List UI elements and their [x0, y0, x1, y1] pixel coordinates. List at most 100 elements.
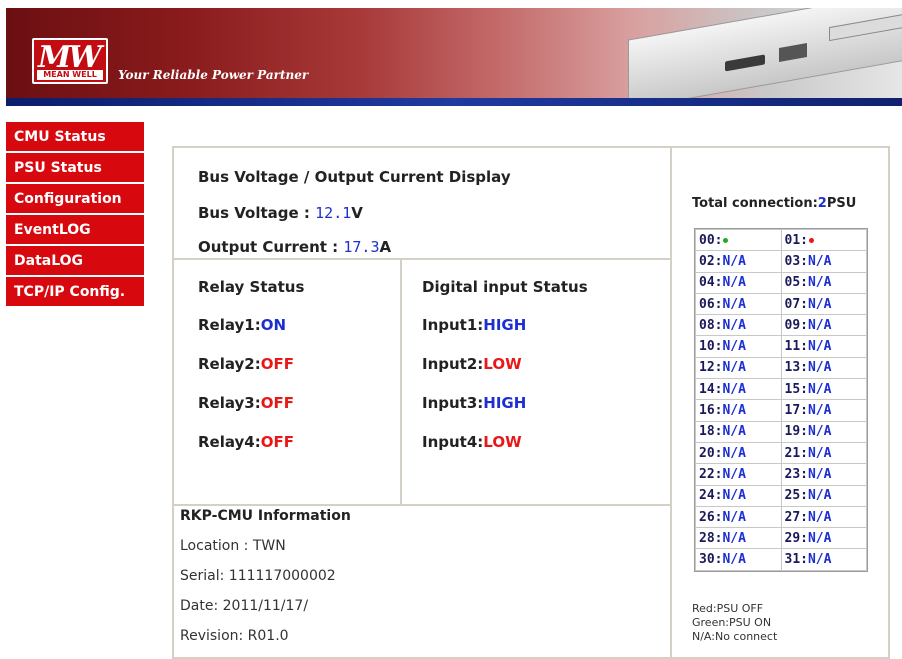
output-current-unit: A — [379, 238, 392, 256]
psu-slot-id: 08: — [699, 317, 723, 333]
relay-1-state: ON — [260, 316, 287, 334]
psu-slot-cell: 22:N/A — [696, 464, 781, 485]
relay-3-state: OFF — [260, 394, 294, 412]
psu-slot-id: 30: — [699, 552, 723, 568]
psu-slot-cell: 10:N/A — [696, 336, 781, 357]
status-panel: Bus Voltage / Output Current Display Bus… — [172, 146, 890, 659]
psu-slot-state: N/A — [722, 360, 746, 376]
psu-slot-id: 19: — [784, 424, 808, 440]
psu-slot-state: N/A — [722, 403, 746, 419]
psu-slot-state: N/A — [722, 424, 746, 440]
input-2-state: LOW — [483, 355, 522, 373]
psu-slot-state: N/A — [722, 381, 746, 397]
status-left-column: Bus Voltage / Output Current Display Bus… — [174, 148, 672, 657]
menu-item-configuration[interactable]: Configuration — [6, 184, 144, 215]
psu-slot-state: N/A — [722, 296, 746, 312]
legend-red: Red:PSU OFF — [692, 602, 764, 615]
info-date: Date: 2011/11/17/ — [180, 598, 309, 614]
output-current-label: Output Current : — [198, 238, 344, 256]
total-connection-count: 2 — [817, 196, 827, 211]
info-location: Location : TWN — [180, 538, 286, 554]
psu-slot-cell: 30:N/A — [696, 549, 781, 570]
psu-slot-state: N/A — [807, 488, 832, 504]
psu-status-dot-icon — [723, 237, 729, 243]
psu-row: 02:N/A 03:N/A — [696, 251, 866, 272]
psu-slot-cell: 20:N/A — [696, 442, 781, 464]
psu-slot-cell: 07:N/A — [781, 293, 866, 315]
psu-row: 06:N/A 07:N/A — [696, 293, 866, 315]
relay-1-status: Relay1:ON — [198, 316, 286, 334]
banner-stripe — [6, 98, 902, 106]
menu-item-tcpip-config[interactable]: TCP/IP Config. — [6, 277, 144, 308]
psu-slot-id: 12: — [699, 360, 723, 376]
psu-slot-cell: 01: — [781, 230, 866, 251]
relay-3-status: Relay3:OFF — [198, 394, 294, 412]
psu-slot-cell: 31:N/A — [781, 549, 866, 570]
psu-slot-state: N/A — [722, 275, 746, 291]
input-3-label: Input3: — [422, 394, 484, 412]
psu-slot-id: 06: — [699, 296, 723, 312]
input-3-state: HIGH — [483, 394, 527, 412]
psu-slot-state: N/A — [807, 253, 832, 269]
psu-slot-cell: 13:N/A — [781, 357, 866, 379]
input-3-status: Input3:HIGH — [422, 394, 526, 412]
psu-slot-id: 16: — [699, 403, 723, 419]
relay-3-label: Relay3: — [198, 394, 261, 412]
output-current-value: 17.3 — [343, 238, 380, 256]
psu-connection-table: 00: 01: 02:N/A 03:N/A 04:N/A 05:N/A 06:N/A 07:N… — [694, 228, 868, 572]
psu-slot-cell: 19:N/A — [781, 421, 866, 442]
mean-well-logo: MW MEAN WELL — [32, 38, 108, 84]
psu-slot-id: 14: — [699, 381, 723, 397]
psu-slot-id: 26: — [699, 509, 723, 525]
psu-slot-state: N/A — [807, 530, 832, 546]
status-legend: Red:PSU OFF Green:PSU ON N/A:No connect — [692, 602, 777, 644]
psu-row: 20:N/A 21:N/A — [696, 442, 866, 464]
psu-row: 14:N/A 15:N/A — [696, 379, 866, 400]
bus-voltage-value: 12.1 — [315, 204, 352, 222]
psu-slot-id: 29: — [784, 530, 808, 546]
menu-item-eventlog[interactable]: EventLOG — [6, 215, 144, 246]
input-4-status: Input4:LOW — [422, 433, 522, 451]
psu-status-dot-icon — [808, 237, 814, 243]
psu-row: 04:N/A 05:N/A — [696, 272, 866, 293]
psu-slot-id: 25: — [784, 488, 808, 504]
relay-4-state: OFF — [260, 433, 294, 451]
bus-display-section: Bus Voltage / Output Current Display Bus… — [174, 148, 670, 260]
psu-slot-cell: 04:N/A — [696, 272, 781, 293]
tagline: Your Reliable Power Partner — [118, 68, 309, 82]
psu-slot-state: N/A — [807, 381, 832, 397]
digital-input-section: Digital input Status Input1:HIGH Input2:… — [402, 260, 672, 504]
info-revision: Revision: R01.0 — [180, 628, 289, 644]
psu-slot-id: 20: — [699, 445, 723, 461]
psu-slot-cell: 29:N/A — [781, 528, 866, 549]
psu-slot-state: N/A — [807, 552, 832, 568]
psu-slot-state: N/A — [807, 466, 832, 482]
psu-slot-cell: 00: — [696, 230, 781, 251]
psu-row: 08:N/A 09:N/A — [696, 315, 866, 336]
psu-row: 26:N/A 27:N/A — [696, 506, 866, 528]
psu-slot-cell: 18:N/A — [696, 421, 781, 442]
input-2-status: Input2:LOW — [422, 355, 522, 373]
psu-slot-cell: 28:N/A — [696, 528, 781, 549]
psu-slot-state: N/A — [722, 339, 746, 355]
psu-slot-id: 11: — [784, 339, 808, 355]
psu-row: 24:N/A 25:N/A — [696, 485, 866, 506]
menu-item-datalog[interactable]: DataLOG — [6, 246, 144, 277]
input-1-state: HIGH — [483, 316, 527, 334]
bus-voltage-label: Bus Voltage : — [198, 204, 316, 222]
psu-slot-cell: 09:N/A — [781, 315, 866, 336]
psu-slot-state: N/A — [722, 466, 746, 482]
psu-slot-id: 03: — [784, 253, 808, 269]
psu-slot-cell: 24:N/A — [696, 485, 781, 506]
psu-slot-id: 27: — [784, 509, 808, 525]
psu-slot-id: 09: — [784, 317, 808, 333]
psu-slot-cell: 14:N/A — [696, 379, 781, 400]
menu-item-psu-status[interactable]: PSU Status — [6, 153, 144, 184]
menu-item-cmu-status[interactable]: CMU Status — [6, 122, 144, 153]
psu-slot-id: 18: — [699, 424, 723, 440]
cmu-info-title: RKP-CMU Information — [180, 508, 351, 524]
psu-row: 28:N/A 29:N/A — [696, 528, 866, 549]
psu-slot-id: 17: — [784, 403, 808, 419]
relay-4-label: Relay4: — [198, 433, 261, 451]
psu-slot-cell: 23:N/A — [781, 464, 866, 485]
